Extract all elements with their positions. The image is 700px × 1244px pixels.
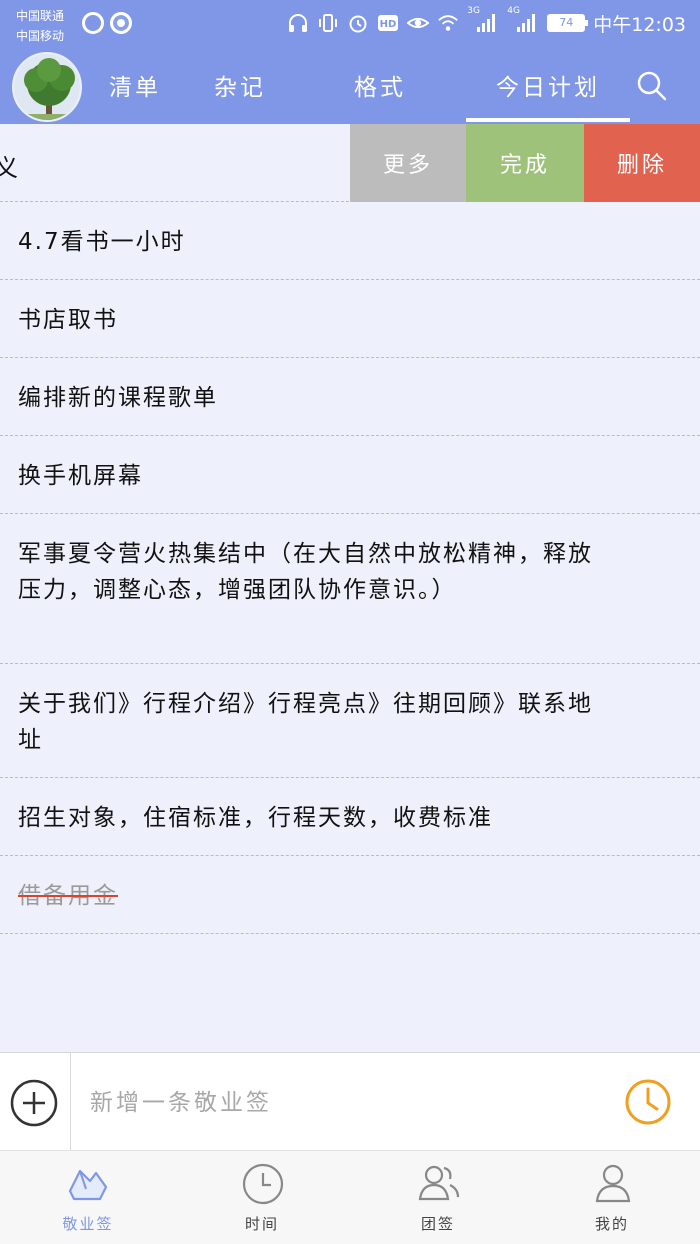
nav-label: 敬业签	[62, 1215, 114, 1233]
nav-jingyeqian[interactable]: 敬业签	[28, 1151, 148, 1244]
nav-team[interactable]: 团签	[378, 1151, 498, 1244]
headphones-icon	[287, 12, 309, 34]
vibrate-icon	[317, 12, 339, 34]
status-bar: 中国联通 中国移动 HD 3G 4G 74 中午12:03	[0, 0, 700, 48]
tab-notes[interactable]: 杂记	[194, 64, 286, 120]
team-icon	[418, 1165, 460, 1201]
hd-icon: HD	[377, 12, 399, 34]
list-item[interactable]: 招生对象，住宿标准，行程天数，收费标准	[0, 778, 700, 856]
list-item[interactable]: 书店取书	[0, 280, 700, 358]
record-icon	[110, 12, 132, 34]
swipe-actions: 更多 完成 删除	[350, 124, 700, 202]
signal-3g-icon: 3G	[467, 6, 499, 34]
status-notification-icons	[82, 12, 132, 34]
list-item-text: 换手机屏幕	[18, 463, 143, 489]
wifi-icon	[437, 12, 459, 34]
svg-text:HD: HD	[380, 19, 397, 30]
reminder-button[interactable]	[624, 1078, 672, 1126]
sync-icon	[82, 12, 104, 34]
list-item-text: 4.7看书一小时	[18, 229, 186, 255]
carrier-1: 中国联通	[16, 9, 65, 23]
list-item[interactable]: 军事夏令营火热集结中（在大自然中放松精神，释放压力，调整心态，增强团队协作意识。…	[0, 514, 700, 664]
list-item[interactable]: 关于我们》行程介绍》行程亮点》往期回顾》联系地址	[0, 664, 700, 778]
nav-mine[interactable]: 我的	[552, 1151, 672, 1244]
delete-button[interactable]: 删除	[584, 124, 700, 202]
search-button[interactable]	[636, 70, 668, 102]
swiped-list-item[interactable]: 义 更多 完成 删除	[0, 124, 700, 202]
signal-4g-icon: 4G	[507, 6, 539, 34]
more-button[interactable]: 更多	[350, 124, 466, 202]
new-item-input[interactable]	[90, 1081, 590, 1125]
list-item-text: 关于我们》行程介绍》行程亮点》往期回顾》联系地址	[18, 691, 593, 753]
new-item-bar	[0, 1052, 700, 1151]
app-header: 中国联通 中国移动 HD 3G 4G 74 中午12:03 清单 杂记 格式 今…	[0, 0, 700, 124]
tree-avatar-icon	[14, 54, 80, 120]
add-button[interactable]	[10, 1079, 58, 1127]
tab-today-plan[interactable]: 今日计划	[466, 64, 630, 122]
list-item-completed[interactable]: 借备用金	[0, 856, 700, 934]
nav-label: 我的	[594, 1215, 629, 1233]
list-item-text: 军事夏令营火热集结中（在大自然中放松精神，释放压力，调整心态，增强团队协作意识。…	[18, 541, 593, 603]
nav-label: 时间	[244, 1215, 279, 1233]
list-item[interactable]: 编排新的课程歌单	[0, 358, 700, 436]
list-item-text: 借备用金	[18, 883, 118, 909]
nav-label: 团签	[420, 1215, 455, 1233]
time-icon	[242, 1163, 284, 1205]
plus-circle-icon	[10, 1079, 58, 1127]
list-item-text: 书店取书	[18, 307, 118, 333]
eye-icon	[407, 12, 430, 34]
list-item-text: 编排新的课程歌单	[18, 385, 218, 411]
list-item[interactable]: 4.7看书一小时	[0, 202, 700, 280]
complete-button[interactable]: 完成	[466, 124, 584, 202]
avatar[interactable]	[12, 52, 82, 122]
nav-time[interactable]: 时间	[202, 1151, 322, 1244]
list-item-text: 招生对象，住宿标准，行程天数，收费标准	[18, 805, 493, 831]
notes-icon	[68, 1169, 108, 1201]
clock-icon	[625, 1079, 671, 1125]
bottom-nav: 敬业签 时间 团签 我的	[0, 1150, 700, 1244]
divider	[70, 1053, 71, 1151]
list-item[interactable]: 换手机屏幕	[0, 436, 700, 514]
status-indicators: HD 3G 4G 74 中午12:03	[287, 6, 686, 38]
tab-format[interactable]: 格式	[334, 64, 426, 120]
status-time: 中午12:03	[593, 13, 686, 36]
top-tabs: 清单 杂记 格式 今日计划	[90, 64, 650, 122]
search-icon	[637, 71, 667, 101]
carrier-2: 中国移动	[16, 29, 65, 43]
network-3g-label: 3G	[467, 6, 480, 16]
user-icon	[595, 1164, 631, 1203]
network-4g-label: 4G	[507, 6, 520, 16]
tab-list[interactable]: 清单	[90, 64, 180, 120]
alarm-clock-icon	[347, 12, 369, 34]
swiped-item-partial-text: 义	[0, 154, 18, 182]
carrier-info: 中国联通 中国移动	[16, 6, 64, 46]
battery-indicator: 74	[547, 14, 589, 32]
